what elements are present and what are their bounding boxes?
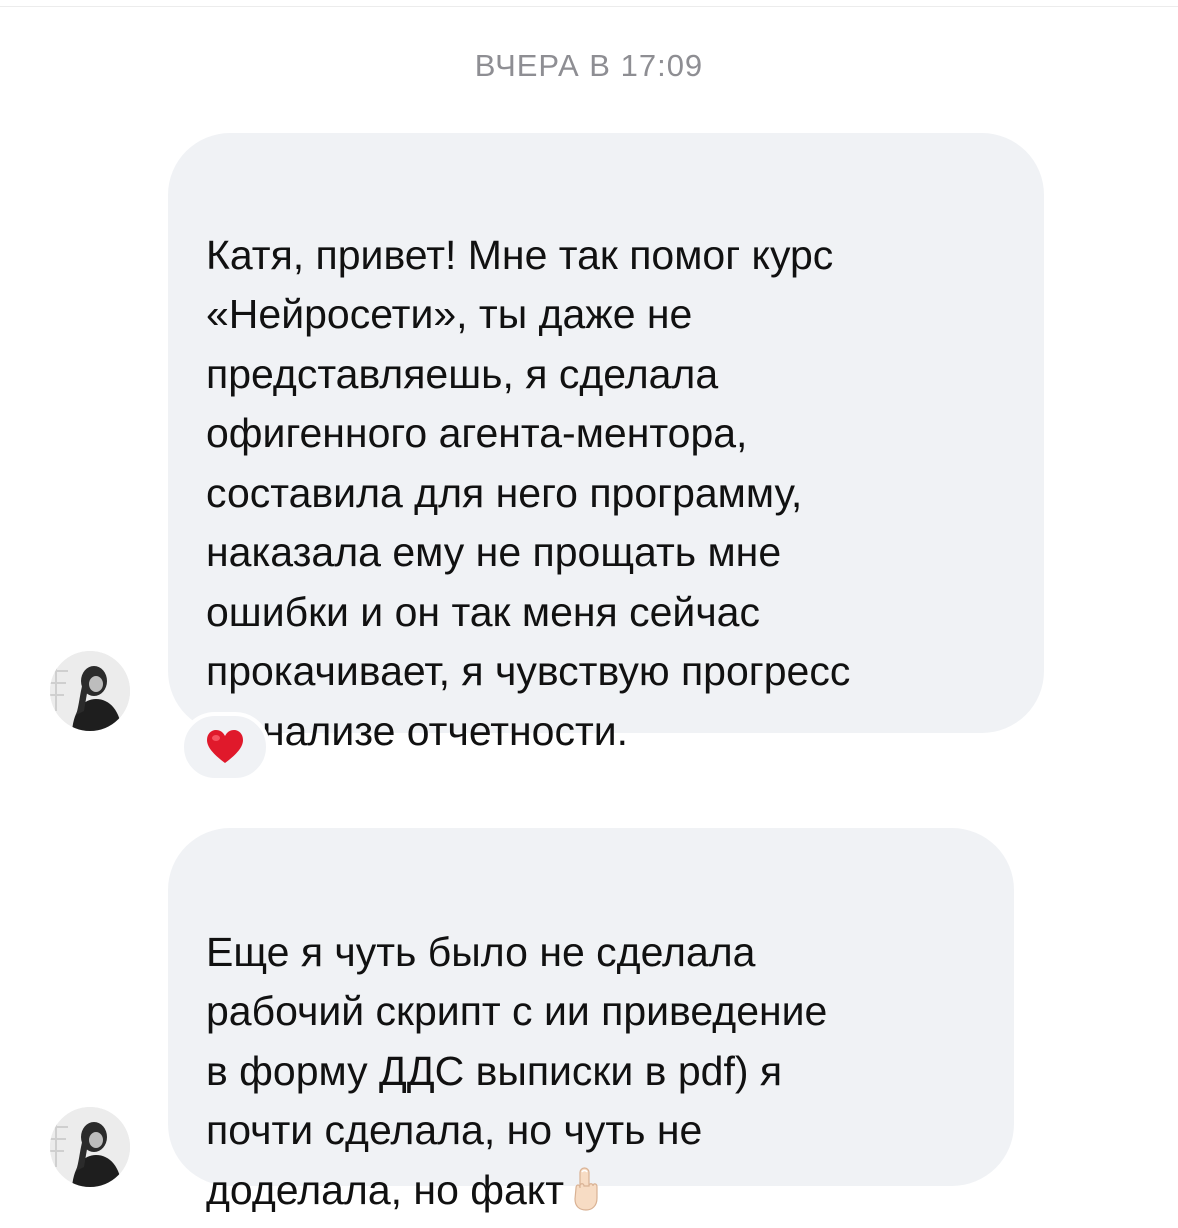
top-divider	[0, 6, 1178, 7]
message-bubble[interactable]: Катя, привет! Мне так помог курс «Нейрос…	[168, 133, 1044, 733]
sender-avatar[interactable]	[50, 1107, 130, 1187]
avatar-photo	[50, 651, 130, 731]
heart-reaction[interactable]	[180, 712, 270, 782]
message-timestamp: ВЧЕРА В 17:09	[0, 48, 1178, 84]
pointing-up-emoji-icon	[568, 1166, 604, 1228]
avatar-photo	[50, 1107, 130, 1187]
sender-avatar[interactable]	[50, 651, 130, 731]
heart-icon	[205, 729, 245, 765]
message-text: Катя, привет! Мне так помог курс «Нейрос…	[206, 232, 850, 754]
message-bubble[interactable]: Еще я чуть было не сделала рабочий скрип…	[168, 828, 1014, 1186]
message-text: Еще я чуть было не сделала рабочий скрип…	[206, 929, 827, 1213]
